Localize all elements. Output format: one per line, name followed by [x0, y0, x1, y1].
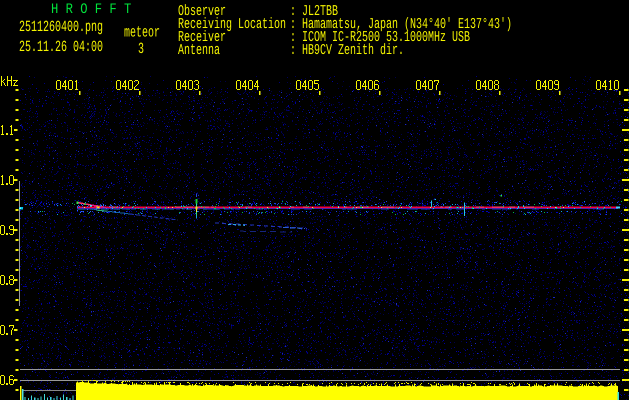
- svg-text:Antenna: Antenna: [178, 42, 220, 59]
- svg-text:H R O F F T: H R O F F T: [51, 2, 132, 18]
- svg-text:3: 3: [138, 40, 144, 58]
- svg-text:meteor: meteor: [124, 24, 160, 42]
- svg-text::: :: [290, 42, 296, 59]
- svg-text:25.11.26 04:00: 25.11.26 04:00: [19, 38, 103, 56]
- svg-text:2511260400.png: 2511260400.png: [19, 18, 103, 36]
- svg-text:HB9CV Zenith dir.: HB9CV Zenith dir.: [302, 42, 404, 59]
